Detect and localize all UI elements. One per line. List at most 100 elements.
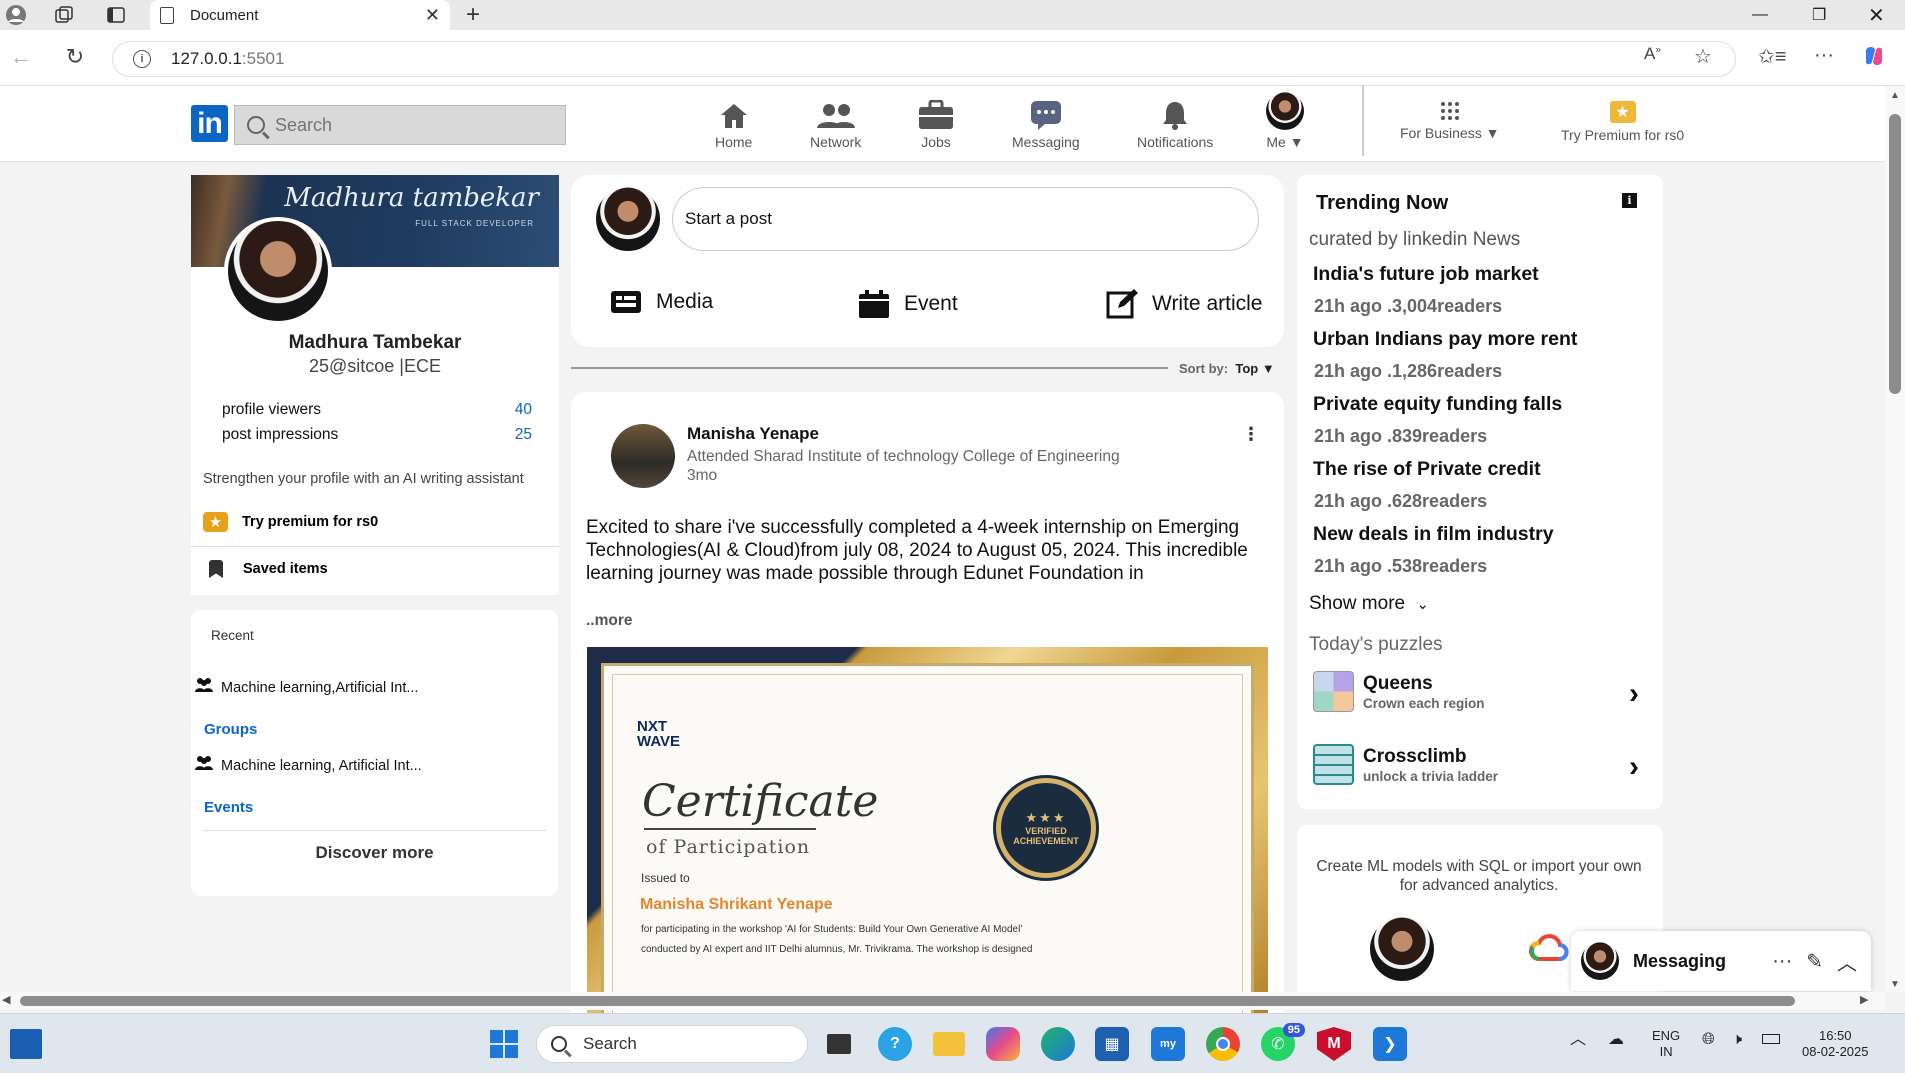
more-menu-icon[interactable]: ··· [1814, 44, 1834, 67]
sort-by-control[interactable]: Sort by: Top ▼ [1179, 361, 1275, 376]
tray-chevron-up-icon[interactable]: ︿ [1570, 1032, 1586, 1048]
chrome-icon[interactable] [1206, 1027, 1240, 1061]
refresh-icon[interactable]: ↻ [60, 42, 90, 72]
recent-item[interactable]: Machine learning,Artificial Int... [195, 677, 418, 698]
media-button[interactable]: Media [610, 288, 713, 316]
read-aloud-icon[interactable]: A» [1644, 44, 1661, 64]
scroll-down-icon[interactable]: ▼ [1890, 979, 1900, 990]
puzzle-queens[interactable]: Queens Crown each region [1313, 671, 1485, 712]
vscode-icon[interactable]: ❯ [1373, 1027, 1407, 1061]
media-icon [611, 291, 641, 313]
horizontal-scroll-thumb[interactable] [20, 996, 1795, 1006]
myhp-icon[interactable]: my [1151, 1027, 1185, 1061]
stat-post-impressions[interactable]: post impressions 25 [222, 426, 532, 444]
messaging-widget[interactable]: Messaging ··· ✎ ︿ [1571, 931, 1871, 991]
help-icon[interactable]: ? [878, 1027, 912, 1061]
search-box[interactable] [234, 105, 566, 145]
events-link[interactable]: Events [204, 799, 253, 816]
taskbar-search[interactable]: Search [536, 1025, 808, 1063]
favorites-icon[interactable]: ✩≡ [1758, 44, 1786, 69]
info-icon[interactable]: i [1622, 193, 1637, 208]
try-premium-link[interactable]: ★ Try premium for rs0 [203, 512, 378, 532]
certificate-image[interactable]: NXT WAVE Certificate of Participation Iss… [587, 647, 1268, 1032]
post-author-name[interactable]: Manisha Yenape [687, 424, 819, 444]
write-article-button[interactable]: Write article [1106, 288, 1262, 320]
verified-seal-icon: ★★★ VERIFIED ACHIEVEMENT [996, 778, 1096, 878]
network-globe-icon[interactable]: 🌐︎ [1702, 1032, 1715, 1048]
task-view-icon[interactable] [822, 1027, 856, 1061]
nav-network[interactable]: Network [810, 96, 861, 150]
copilot-icon[interactable] [1862, 44, 1886, 74]
vertical-scrollbar[interactable]: ▲ ▼ [1885, 86, 1905, 992]
back-icon[interactable]: ← [6, 42, 36, 72]
more-options-icon[interactable]: ··· [1772, 950, 1792, 973]
trending-item[interactable]: Private equity funding falls [1313, 393, 1562, 416]
see-more-link[interactable]: ..more [586, 612, 633, 630]
close-window-icon[interactable]: ✕ [1868, 0, 1885, 30]
search-input[interactable] [275, 114, 555, 136]
trending-item[interactable]: India's future job market [1313, 263, 1539, 286]
avatar[interactable] [596, 187, 660, 251]
trending-item[interactable]: Urban Indians pay more rent [1313, 328, 1577, 351]
scroll-right-icon[interactable]: ▶ [1860, 993, 1868, 1006]
clock[interactable]: 16:50 08-02-2025 [1802, 1028, 1869, 1060]
battery-icon[interactable] [1762, 1034, 1780, 1044]
start-post-input[interactable]: Start a post [672, 187, 1259, 251]
post-options-icon[interactable]: ⋮ [1242, 424, 1260, 445]
url-field[interactable]: i 127.0.0.1:5501 [112, 41, 1736, 77]
compose-icon[interactable]: ✎ [1806, 949, 1823, 974]
puzzle-crossclimb[interactable]: Crossclimb unlock a trivia ladder [1313, 744, 1498, 785]
tab-actions-icon[interactable] [102, 1, 130, 29]
discover-more-button[interactable]: Discover more [191, 843, 558, 863]
groups-link[interactable]: Groups [204, 721, 257, 738]
start-icon[interactable] [487, 1027, 521, 1061]
new-tab-icon[interactable]: + [466, 0, 480, 30]
chevron-up-icon[interactable]: ︿ [1837, 947, 1857, 976]
profile-name[interactable]: Madhura Tambekar [191, 332, 559, 354]
linkedin-logo[interactable]: in [191, 105, 228, 142]
horizontal-scrollbar[interactable]: ◀ ▶ [0, 992, 1885, 1010]
profile-icon[interactable] [2, 1, 30, 29]
trending-item[interactable]: The rise of Private credit [1313, 458, 1541, 481]
store-icon[interactable]: ▦ [1095, 1027, 1129, 1061]
stat-value: 25 [514, 426, 532, 443]
scroll-up-icon[interactable]: ▲ [1890, 90, 1900, 101]
show-more-button[interactable]: Show more ⌄ [1309, 593, 1429, 615]
chevron-right-icon[interactable]: › [1629, 750, 1639, 784]
edge-icon[interactable] [1041, 1027, 1075, 1061]
workspaces-icon[interactable] [50, 1, 78, 29]
nav-me[interactable]: Me ▼ [1266, 92, 1304, 150]
profile-avatar[interactable] [224, 217, 332, 325]
onedrive-icon[interactable]: ☁ [1608, 1032, 1624, 1048]
copilot-app-icon[interactable] [986, 1027, 1020, 1061]
nav-jobs[interactable]: Jobs [918, 96, 954, 150]
site-info-icon[interactable]: i [133, 50, 151, 68]
close-tab-icon[interactable]: ✕ [425, 5, 440, 26]
language-indicator[interactable]: ENG IN [1652, 1028, 1680, 1060]
nav-messaging[interactable]: Messaging [1012, 96, 1080, 150]
favorite-star-icon[interactable]: ☆ [1694, 44, 1712, 69]
nav-try-premium[interactable]: ★ Try Premium for rs0 [1561, 101, 1684, 143]
nav-home[interactable]: Home [715, 96, 752, 150]
chevron-right-icon[interactable]: › [1629, 677, 1639, 711]
file-explorer-icon[interactable] [932, 1027, 966, 1061]
post-author-subtitle: Attended Sharad Institute of technology … [687, 448, 1120, 465]
minimize-icon[interactable]: — [1752, 0, 1768, 30]
mcafee-icon[interactable]: M [1317, 1027, 1351, 1061]
volume-muted-icon[interactable]: 🕨︎ [1732, 1032, 1742, 1048]
scroll-left-icon[interactable]: ◀ [2, 993, 10, 1006]
nav-for-business[interactable]: For Business ▼ [1400, 101, 1499, 141]
event-button[interactable]: Event [858, 288, 958, 320]
widgets-icon[interactable] [10, 1029, 42, 1059]
stat-profile-viewers[interactable]: profile viewers 40 [222, 401, 532, 419]
saved-items-link[interactable]: Saved items [209, 560, 328, 578]
trending-item[interactable]: New deals in film industry [1313, 523, 1554, 546]
divider [191, 546, 559, 547]
tab-document[interactable]: Document ✕ [150, 0, 450, 30]
post-author-avatar[interactable] [611, 424, 675, 488]
restore-icon[interactable]: ❐ [1812, 0, 1826, 30]
recent-item[interactable]: Machine learning, Artificial Int... [195, 755, 422, 776]
whatsapp-icon[interactable]: ✆ 95 [1261, 1023, 1305, 1061]
nav-notifications[interactable]: Notifications [1137, 96, 1213, 150]
vertical-scroll-thumb[interactable] [1889, 114, 1901, 394]
